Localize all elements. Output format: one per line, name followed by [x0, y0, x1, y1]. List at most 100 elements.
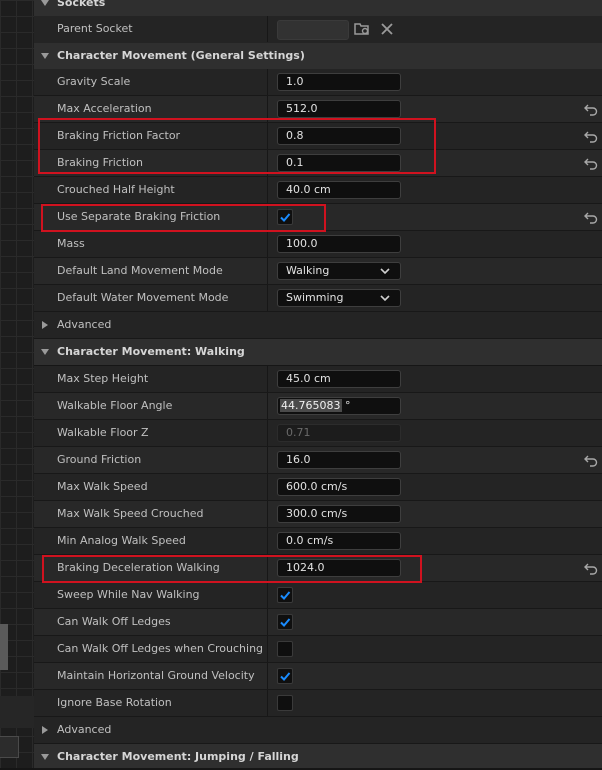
- row-braking-friction-factor: Braking Friction Factor 0.8: [34, 123, 602, 150]
- water-movement-mode-dropdown[interactable]: Swimming: [277, 289, 401, 307]
- triangle-down-icon: [41, 349, 49, 355]
- row-default-land-movement-mode: Default Land Movement Mode Walking: [34, 258, 602, 285]
- column-divider: [267, 231, 268, 257]
- advanced-label: Advanced: [57, 723, 112, 736]
- mass-input[interactable]: 100.0: [277, 235, 401, 253]
- max-acceleration-input[interactable]: 512.0: [277, 100, 401, 118]
- row-can-walk-off-ledges-crouching: Can Walk Off Ledges when Crouching: [34, 636, 602, 663]
- details-panel: Sockets Parent Socket Character Movement…: [34, 0, 602, 769]
- row-parent-socket: Parent Socket: [34, 16, 602, 44]
- row-braking-deceleration-walking: Braking Deceleration Walking 1024.0: [34, 555, 602, 582]
- can-walk-off-ledges-crouching-checkbox[interactable]: [277, 641, 293, 657]
- column-divider: [267, 501, 268, 527]
- column-divider: [267, 582, 268, 608]
- column-divider: [267, 204, 268, 230]
- section-title: Character Movement: Walking: [57, 345, 245, 358]
- row-crouched-half-height: Crouched Half Height 40.0 cm: [34, 177, 602, 204]
- braking-friction-factor-input[interactable]: 0.8: [277, 127, 401, 145]
- column-divider: [267, 555, 268, 581]
- walkable-floor-z-input: 0.71: [277, 424, 401, 442]
- can-walk-off-ledges-checkbox[interactable]: [277, 614, 293, 630]
- property-label: Default Water Movement Mode: [57, 291, 229, 304]
- reset-to-default-icon[interactable]: [584, 156, 598, 170]
- column-divider: [267, 474, 268, 500]
- gravity-scale-input[interactable]: 1.0: [277, 73, 401, 91]
- section-walking[interactable]: Character Movement: Walking: [34, 339, 602, 366]
- use-separate-braking-friction-checkbox[interactable]: [277, 209, 293, 225]
- row-default-water-movement-mode: Default Water Movement Mode Swimming: [34, 285, 602, 312]
- property-label: Default Land Movement Mode: [57, 264, 223, 277]
- max-walk-speed-crouched-input[interactable]: 300.0 cm/s: [277, 505, 401, 523]
- max-step-height-input[interactable]: 45.0 cm: [277, 370, 401, 388]
- maintain-horizontal-ground-velocity-checkbox[interactable]: [277, 668, 293, 684]
- column-divider: [267, 123, 268, 149]
- column-divider: [267, 420, 268, 446]
- chevron-down-icon: [380, 295, 390, 302]
- dropdown-value: Swimming: [286, 291, 344, 304]
- min-analog-walk-speed-input[interactable]: 0.0 cm/s: [277, 532, 401, 550]
- socket-slot[interactable]: [277, 20, 349, 40]
- reset-to-default-icon[interactable]: [584, 453, 598, 467]
- property-label: Ignore Base Rotation: [57, 696, 172, 709]
- reset-to-default-icon[interactable]: [584, 561, 598, 575]
- walkable-floor-angle-input[interactable]: 44.765083 °: [277, 397, 401, 415]
- section-title: Sockets: [57, 0, 106, 9]
- braking-friction-input[interactable]: 0.1: [277, 154, 401, 172]
- property-label: Use Separate Braking Friction: [57, 210, 221, 223]
- max-walk-speed-input[interactable]: 600.0 cm/s: [277, 478, 401, 496]
- column-divider: [267, 150, 268, 176]
- row-can-walk-off-ledges: Can Walk Off Ledges: [34, 609, 602, 636]
- checkmark-icon: [280, 591, 291, 600]
- property-label: Gravity Scale: [57, 75, 131, 88]
- viewport-toolbar: [0, 696, 34, 728]
- section-jumping-falling[interactable]: Character Movement: Jumping / Falling: [34, 744, 602, 769]
- column-divider: [267, 393, 268, 419]
- property-label: Max Walk Speed Crouched: [57, 507, 204, 520]
- land-movement-mode-dropdown[interactable]: Walking: [277, 262, 401, 280]
- property-label: Can Walk Off Ledges: [57, 615, 171, 628]
- clear-x-icon[interactable]: [380, 22, 394, 36]
- ground-friction-input[interactable]: 16.0: [277, 451, 401, 469]
- row-walkable-floor-angle: Walkable Floor Angle 44.765083 °: [34, 393, 602, 420]
- column-divider: [267, 609, 268, 635]
- row-max-walk-speed: Max Walk Speed 600.0 cm/s: [34, 474, 602, 501]
- column-divider: [267, 16, 268, 42]
- dropdown-value: Walking: [286, 264, 330, 277]
- reset-to-default-icon[interactable]: [584, 129, 598, 143]
- viewport-glyph: [0, 624, 8, 670]
- property-label: Min Analog Walk Speed: [57, 534, 186, 547]
- triangle-right-icon: [42, 321, 48, 329]
- row-mass: Mass 100.0: [34, 231, 602, 258]
- property-label: Walkable Floor Angle: [57, 399, 173, 412]
- column-divider: [267, 663, 268, 689]
- column-divider: [267, 366, 268, 392]
- row-ignore-base-rotation: Ignore Base Rotation: [34, 690, 602, 717]
- row-general-advanced[interactable]: Advanced: [34, 312, 602, 339]
- column-divider: [267, 690, 268, 716]
- browse-folder-icon[interactable]: [354, 22, 370, 36]
- section-sockets[interactable]: Sockets: [34, 0, 602, 17]
- column-divider: [267, 258, 268, 284]
- checkmark-icon: [280, 672, 291, 681]
- row-walking-advanced[interactable]: Advanced: [34, 717, 602, 744]
- row-ground-friction: Ground Friction 16.0: [34, 447, 602, 474]
- row-braking-friction: Braking Friction 0.1: [34, 150, 602, 177]
- section-general-settings[interactable]: Character Movement (General Settings): [34, 43, 602, 70]
- reset-to-default-icon[interactable]: [584, 210, 598, 224]
- advanced-label: Advanced: [57, 318, 112, 331]
- row-maintain-horizontal-ground-velocity: Maintain Horizontal Ground Velocity: [34, 663, 602, 690]
- crouched-half-height-input[interactable]: 40.0 cm: [277, 181, 401, 199]
- column-divider: [267, 96, 268, 122]
- selected-text: 44.765083: [280, 399, 342, 412]
- column-divider: [267, 636, 268, 662]
- column-divider: [267, 177, 268, 203]
- property-label: Crouched Half Height: [57, 183, 175, 196]
- sweep-while-nav-walking-checkbox[interactable]: [277, 587, 293, 603]
- checkmark-icon: [280, 618, 291, 627]
- ignore-base-rotation-checkbox[interactable]: [277, 695, 293, 711]
- reset-to-default-icon[interactable]: [584, 102, 598, 116]
- braking-deceleration-walking-input[interactable]: 1024.0: [277, 559, 401, 577]
- property-label: Ground Friction: [57, 453, 142, 466]
- checkmark-icon: [280, 213, 291, 222]
- viewport-button[interactable]: [0, 736, 19, 758]
